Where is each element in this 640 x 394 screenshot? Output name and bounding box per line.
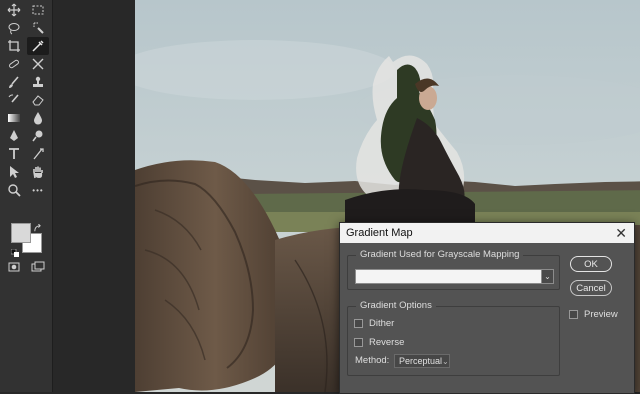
- method-value: Perceptual: [399, 356, 443, 366]
- gradient-options-label: Gradient Options: [356, 300, 436, 312]
- move-tool-icon[interactable]: [3, 1, 25, 19]
- marquee-tool-icon[interactable]: [27, 1, 49, 19]
- eraser-tool-icon[interactable]: [27, 91, 49, 109]
- lasso-tool-icon[interactable]: [3, 19, 25, 37]
- close-icon[interactable]: ✕: [615, 226, 627, 240]
- history-brush-tool-icon[interactable]: [3, 91, 25, 109]
- preview-option[interactable]: Preview: [569, 309, 618, 320]
- default-colors-icon[interactable]: [10, 244, 19, 257]
- foreground-color-swatch[interactable]: [11, 223, 31, 243]
- clone-stamp-tool-icon[interactable]: [27, 73, 49, 91]
- dither-label: Dither: [369, 318, 395, 329]
- direct-select-tool-icon[interactable]: [3, 163, 25, 181]
- chevron-down-icon: ⌄: [544, 272, 551, 281]
- dither-option[interactable]: Dither: [354, 318, 394, 329]
- path-select-tool-icon[interactable]: [27, 145, 49, 163]
- more-tools-icon[interactable]: •••: [27, 181, 49, 199]
- hand-tool-icon[interactable]: [27, 163, 49, 181]
- patch-tool-icon[interactable]: [27, 55, 49, 73]
- quick-select-tool-icon[interactable]: [27, 19, 49, 37]
- healing-brush-tool-icon[interactable]: [3, 55, 25, 73]
- method-label: Method:: [355, 355, 390, 366]
- preview-label: Preview: [584, 309, 618, 320]
- gradient-preview-bar[interactable]: [355, 269, 546, 284]
- dialog-titlebar[interactable]: Gradient Map ✕: [340, 223, 634, 243]
- screen-mode-icon[interactable]: [27, 258, 49, 276]
- method-select[interactable]: Perceptual ⌄: [394, 354, 450, 368]
- crop-tool-icon[interactable]: [3, 37, 25, 55]
- dialog-title: Gradient Map: [346, 227, 413, 239]
- dither-checkbox[interactable]: [354, 319, 363, 328]
- dodge-tool-icon[interactable]: [27, 127, 49, 145]
- pen-tool-icon[interactable]: [3, 127, 25, 145]
- gradient-group-label: Gradient Used for Grayscale Mapping: [356, 249, 524, 261]
- reverse-option[interactable]: Reverse: [354, 337, 404, 348]
- blur-tool-icon[interactable]: [27, 109, 49, 127]
- gradient-tool-icon[interactable]: [3, 109, 25, 127]
- reverse-label: Reverse: [369, 337, 405, 348]
- zoom-tool-icon[interactable]: [3, 181, 25, 199]
- chevron-down-icon: ⌄: [442, 356, 449, 366]
- reverse-checkbox[interactable]: [354, 338, 363, 347]
- cancel-button[interactable]: Cancel: [570, 280, 612, 296]
- gradient-dropdown-button[interactable]: ⌄: [541, 269, 554, 284]
- ok-button[interactable]: OK: [570, 256, 612, 272]
- quick-mask-icon[interactable]: [3, 258, 25, 276]
- swap-colors-icon[interactable]: [33, 220, 42, 232]
- brush-tool-icon[interactable]: [3, 73, 25, 91]
- tools-panel: •••: [0, 0, 53, 392]
- eyedropper-tool-icon[interactable]: [27, 37, 49, 55]
- method-row: Method:: [355, 355, 389, 366]
- type-tool-icon[interactable]: [3, 145, 25, 163]
- preview-checkbox[interactable]: [569, 310, 578, 319]
